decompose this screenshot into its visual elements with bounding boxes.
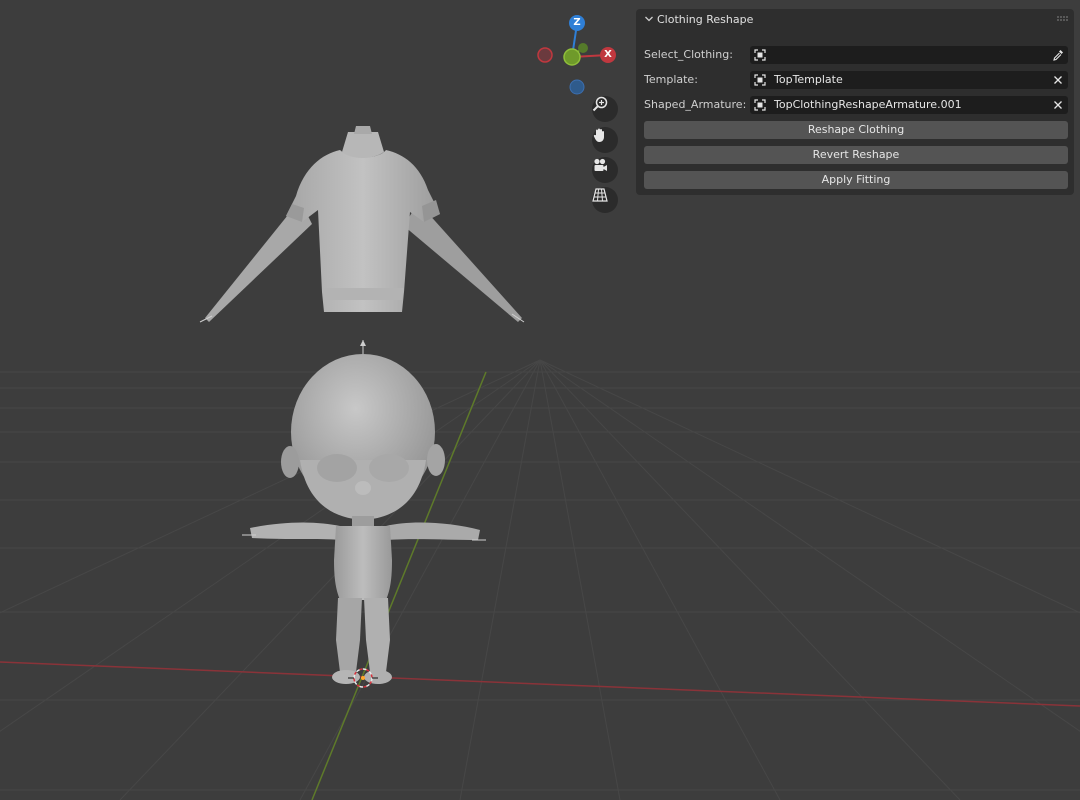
camera-icon <box>594 158 607 171</box>
object-icon <box>754 74 766 86</box>
zoom-icon <box>592 96 608 112</box>
eyedropper-icon[interactable] <box>1052 49 1064 61</box>
x-axis-line <box>0 661 1080 707</box>
template-field[interactable]: TopTemplate <box>750 71 1068 89</box>
object-icon <box>754 49 766 61</box>
apply-fitting-button[interactable]: Apply Fitting <box>644 171 1068 189</box>
panel-title: Clothing Reshape <box>657 13 754 26</box>
gizmo-z-label[interactable]: Z <box>569 15 585 31</box>
grid-perspective-icon <box>592 188 608 202</box>
camera-view-button[interactable] <box>592 157 618 183</box>
close-icon[interactable] <box>1052 74 1064 86</box>
select-clothing-field[interactable] <box>750 46 1068 64</box>
panel-header[interactable]: Clothing Reshape <box>636 9 1074 31</box>
revert-reshape-button[interactable]: Revert Reshape <box>644 146 1068 164</box>
shirt-template-mesh <box>199 126 525 323</box>
pan-button[interactable] <box>592 127 618 153</box>
clothing-reshape-panel: Clothing Reshape Select_Clothing: Templa… <box>636 9 1074 195</box>
shaped-armature-label: Shaped_Armature: <box>644 98 747 111</box>
chevron-down-icon[interactable] <box>644 14 654 24</box>
character-base-mesh <box>242 340 486 684</box>
select-clothing-row: Select_Clothing: <box>644 46 1068 64</box>
reshape-clothing-button[interactable]: Reshape Clothing <box>644 121 1068 139</box>
select-clothing-label: Select_Clothing: <box>644 48 733 61</box>
template-label: Template: <box>644 73 698 86</box>
shaped-armature-value: TopClothingReshapeArmature.001 <box>774 98 962 111</box>
object-icon <box>754 99 766 111</box>
perspective-toggle-button[interactable] <box>592 187 618 213</box>
zoom-button[interactable] <box>592 96 618 122</box>
template-value: TopTemplate <box>774 73 843 86</box>
shaped-armature-row: Shaped_Armature: TopClothingReshapeArmat… <box>644 96 1068 114</box>
gizmo-x-label[interactable]: X <box>600 47 616 63</box>
pan-hand-icon <box>593 128 604 142</box>
shaped-armature-field[interactable]: TopClothingReshapeArmature.001 <box>750 96 1068 114</box>
drag-grip-icon[interactable] <box>1056 15 1068 23</box>
floor-grid <box>0 359 1080 800</box>
template-row: Template: TopTemplate <box>644 71 1068 89</box>
close-icon[interactable] <box>1052 99 1064 111</box>
